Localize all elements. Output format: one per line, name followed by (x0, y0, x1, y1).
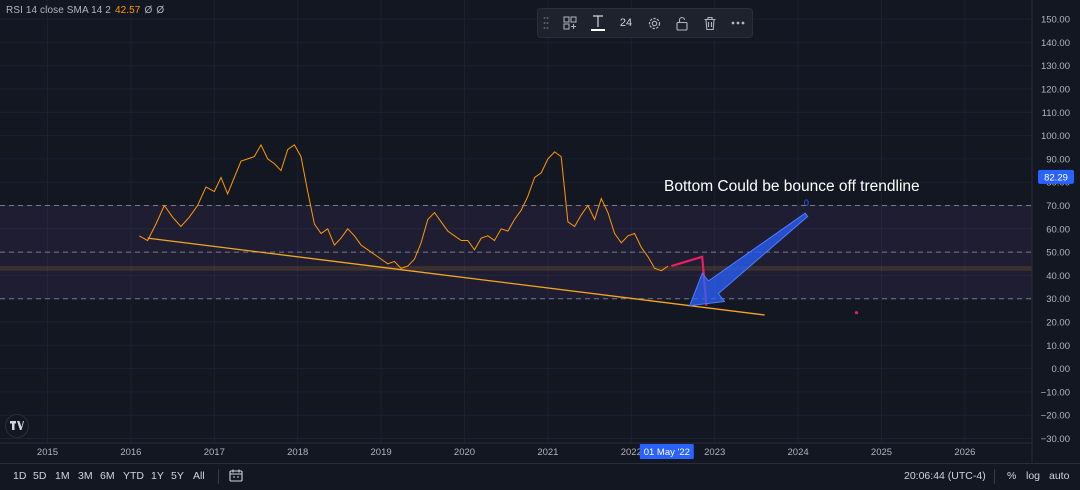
separator (218, 469, 219, 484)
time-axis: 2015 2016 2017 2018 2019 2020 2021 2022 2023 2024… (37, 447, 976, 458)
indicator-name: RSI 14 close SMA 14 2 (6, 5, 111, 16)
price-tick-label: 10.00 (1046, 341, 1070, 352)
range-1d-button[interactable]: 1D (13, 470, 26, 482)
current-value-text: 82.29 (1044, 172, 1068, 183)
time-tick-label: 2026 (954, 447, 975, 458)
bottom-toolbar: 1D 5D 1M 3M 6M YTD 1Y 5Y All 20:06:44 (U… (0, 463, 1080, 490)
time-tick-label: 2024 (788, 447, 809, 458)
price-tick-label: 90.00 (1046, 154, 1070, 165)
time-tick-label: 2021 (537, 447, 558, 458)
range-1y-button[interactable]: 1Y (151, 470, 164, 482)
price-tick-label: −30.00 (1041, 434, 1070, 445)
indicator-legend[interactable]: RSI 14 close SMA 14 2 42.57 Ø Ø (6, 5, 164, 16)
tradingview-logo[interactable] (5, 414, 29, 438)
lock-icon[interactable] (669, 9, 695, 37)
time-tick-label: 2015 (37, 447, 58, 458)
price-tick-label: 100.00 (1041, 131, 1070, 142)
time-tick-label: 2018 (287, 447, 308, 458)
log-scale-button[interactable]: log (1026, 470, 1040, 482)
indicator-na-2: Ø (156, 5, 165, 16)
price-tick-label: 150.00 (1041, 15, 1070, 26)
price-tick-label: 40.00 (1046, 271, 1070, 282)
indicator-na-1: Ø (144, 5, 153, 16)
current-value-label: 82.29 (1038, 169, 1074, 184)
range-6m-button[interactable]: 6M (100, 470, 115, 482)
time-tick-label: 2016 (120, 447, 141, 458)
crosshair-date-text: 01 May '22 (644, 447, 690, 458)
drag-handle-icon[interactable] (541, 9, 551, 37)
price-tick-label: 70.00 (1046, 201, 1070, 212)
drawing-toolbar: 24 (537, 8, 753, 38)
price-tick-label: 30.00 (1046, 294, 1070, 305)
price-tick-label: 110.00 (1042, 108, 1070, 119)
range-1m-button[interactable]: 1M (55, 470, 70, 482)
font-size-button[interactable]: 24 (613, 9, 639, 37)
range-5d-button[interactable]: 5D (33, 470, 46, 482)
annotation-text[interactable]: Bottom Could be bounce off trendline (664, 178, 920, 195)
crosshair-date-label: 01 May '22 (639, 444, 694, 459)
price-tick-label: 60.00 (1046, 224, 1070, 235)
more-options-icon[interactable] (725, 9, 751, 37)
red-dot (854, 311, 859, 315)
range-3m-button[interactable]: 3M (78, 470, 93, 482)
time-tick-label: 2023 (704, 447, 725, 458)
price-axis: 150.00 140.00 130.00 120.00 110.00 100.00 90.0… (1041, 15, 1070, 445)
add-template-icon[interactable] (557, 9, 583, 37)
auto-scale-button[interactable]: auto (1049, 470, 1069, 482)
price-tick-label: 140.00 (1041, 38, 1070, 49)
time-tick-label: 2025 (871, 447, 892, 458)
price-tick-label: 120.00 (1041, 85, 1070, 96)
price-tick-label: −10.00 (1041, 387, 1070, 398)
time-tick-label: 2019 (371, 447, 392, 458)
range-all-button[interactable]: All (193, 470, 205, 482)
indicator-value: 42.57 (114, 5, 141, 16)
range-5y-button[interactable]: 5Y (171, 470, 184, 482)
gear-icon[interactable] (641, 9, 667, 37)
range-ytd-button[interactable]: YTD (123, 470, 144, 482)
separator (994, 469, 995, 484)
time-tick-label: 2017 (204, 447, 225, 458)
rsi-chart[interactable]: 0 Bottom Could be bounce off trendline 1… (0, 0, 1080, 463)
price-tick-label: 130.00 (1041, 61, 1070, 72)
trash-icon[interactable] (697, 9, 723, 37)
date-range-icon[interactable] (229, 469, 243, 485)
price-tick-label: 50.00 (1046, 248, 1070, 259)
price-tick-label: −20.00 (1041, 411, 1070, 422)
time-tick-label: 2022 (621, 447, 642, 458)
percent-scale-button[interactable]: % (1007, 470, 1016, 482)
highlight-band (0, 266, 1032, 271)
clock-timezone[interactable]: 20:06:44 (UTC-4) (904, 470, 986, 482)
tradingview-logo-icon (10, 421, 24, 430)
time-tick-label: 2020 (454, 447, 475, 458)
text-tool-icon[interactable] (585, 9, 611, 37)
annotation-marker: 0 (804, 198, 809, 208)
price-tick-label: 0.00 (1052, 364, 1071, 375)
price-tick-label: 20.00 (1046, 318, 1070, 329)
